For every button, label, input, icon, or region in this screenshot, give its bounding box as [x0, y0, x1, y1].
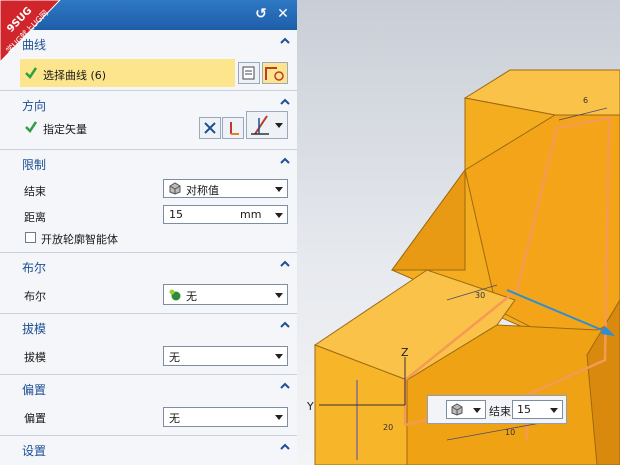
- inferred-vector-button[interactable]: [222, 117, 244, 139]
- chevron-down-icon: [275, 415, 283, 420]
- end-label: 结束: [24, 185, 46, 198]
- chevron-down-icon: [275, 213, 283, 218]
- offset-section-header[interactable]: 偏置: [0, 375, 297, 401]
- end-row: 结束 对称值: [0, 176, 297, 202]
- dim-label: 20: [383, 423, 393, 432]
- specify-vector-label: 指定矢量: [43, 123, 87, 136]
- chevron-down-icon: [275, 187, 283, 192]
- vector-type-dropdown[interactable]: [246, 111, 288, 139]
- offset-select-value: 无: [169, 412, 180, 425]
- offset-section-title: 偏置: [22, 383, 47, 397]
- distance-label: 距离: [24, 211, 46, 224]
- chevron-down-icon: [550, 408, 558, 413]
- y-axis-label: Y: [306, 400, 314, 413]
- collapse-icon[interactable]: [279, 96, 291, 108]
- open-profile-label: 开放轮廓智能体: [41, 233, 118, 246]
- open-profile-checkbox[interactable]: [25, 232, 36, 243]
- chevron-down-icon: [275, 123, 283, 128]
- floating-limit-toolbar: 结束 15: [427, 395, 567, 424]
- end-select[interactable]: 对称值: [163, 179, 288, 198]
- collapse-icon[interactable]: [279, 380, 291, 392]
- distance-input[interactable]: 15 mm: [163, 205, 288, 224]
- limits-section-header[interactable]: 限制: [0, 150, 297, 176]
- vector-row: 指定矢量: [0, 111, 297, 149]
- dim-label: 10: [505, 428, 515, 437]
- draft-section-title: 拔模: [22, 322, 47, 336]
- settings-section-header[interactable]: 设置: [0, 436, 297, 462]
- distance-row: 距离 15 mm: [0, 202, 297, 228]
- chevron-down-icon: [275, 354, 283, 359]
- section-builder-button[interactable]: [238, 62, 260, 84]
- reverse-direction-button[interactable]: [199, 117, 221, 139]
- offset-label: 偏置: [24, 412, 46, 425]
- chevron-down-icon: [275, 293, 283, 298]
- direction-section: 方向 指定矢量: [0, 90, 297, 149]
- distance-value: 15: [169, 208, 183, 221]
- floating-end-label: 结束: [489, 405, 511, 418]
- draft-row: 拔模 无: [0, 340, 297, 374]
- collapse-icon[interactable]: [279, 319, 291, 331]
- draft-section: 拔模 拔模 无: [0, 313, 297, 374]
- collapse-icon[interactable]: [279, 155, 291, 167]
- select-curve-label: 选择曲线 (6): [43, 69, 107, 82]
- draft-select-value: 无: [169, 351, 180, 364]
- offset-row: 偏置 无: [0, 401, 297, 435]
- collapse-icon[interactable]: [279, 258, 291, 270]
- offset-section: 偏置 偏置 无: [0, 374, 297, 435]
- symmetric-value-icon: [169, 182, 181, 195]
- sketch-icon: [265, 67, 284, 81]
- limits-section: 限制 结束 对称值 距离 15 mm 开放轮廓智能体: [0, 149, 297, 252]
- floating-end-value: 15: [517, 403, 531, 416]
- z-axis-label: Z: [401, 346, 409, 359]
- settings-section-title: 设置: [22, 444, 47, 458]
- boolean-section-header[interactable]: 布尔: [0, 253, 297, 279]
- open-profile-row[interactable]: 开放轮廓智能体: [0, 228, 297, 252]
- vector-icon: [230, 122, 239, 135]
- vector-constructor-icon: [251, 115, 269, 135]
- floating-end-input[interactable]: 15: [512, 400, 563, 419]
- boolean-section: 布尔 布尔 无: [0, 252, 297, 313]
- offset-select[interactable]: 无: [163, 407, 288, 427]
- draft-select[interactable]: 无: [163, 346, 288, 366]
- boolean-row: 布尔 无: [0, 279, 297, 313]
- symmetric-value-icon: [451, 403, 463, 416]
- boolean-none-icon: [169, 289, 181, 301]
- settings-section: 设置: [0, 435, 297, 462]
- chevron-down-icon: [473, 408, 481, 413]
- boolean-label: 布尔: [24, 290, 46, 303]
- distance-unit: mm: [240, 208, 262, 221]
- collapse-icon[interactable]: [279, 441, 291, 453]
- watermark-logo: 9SUG 学UG就上UG网: [0, 0, 61, 62]
- draft-section-header[interactable]: 拔模: [0, 314, 297, 340]
- draft-label: 拔模: [24, 351, 46, 364]
- check-icon: [25, 121, 37, 133]
- direction-section-title: 方向: [22, 99, 47, 113]
- collapse-icon[interactable]: [279, 35, 291, 47]
- boolean-select-value: 无: [186, 290, 197, 303]
- dim-label: 6: [583, 96, 588, 105]
- sketch-section-button[interactable]: [262, 62, 288, 84]
- boolean-section-title: 布尔: [22, 261, 47, 275]
- check-icon: [25, 67, 37, 79]
- section-builder-icon: [242, 66, 255, 80]
- reset-icon[interactable]: ↺: [253, 6, 269, 22]
- extrude-dialog: ↺ ✕ 9SUG 学UG就上UG网 曲线 选择曲线 (6) 方向 指定矢量 限制…: [0, 0, 298, 465]
- dim-label: 30: [475, 291, 485, 300]
- close-icon[interactable]: ✕: [275, 6, 291, 22]
- upper-block-left-face: [391, 98, 466, 271]
- reverse-direction-icon: [204, 122, 216, 134]
- limits-section-title: 限制: [22, 158, 47, 172]
- boolean-select[interactable]: 无: [163, 284, 288, 305]
- limit-type-select[interactable]: [446, 400, 486, 419]
- end-select-value: 对称值: [186, 184, 219, 197]
